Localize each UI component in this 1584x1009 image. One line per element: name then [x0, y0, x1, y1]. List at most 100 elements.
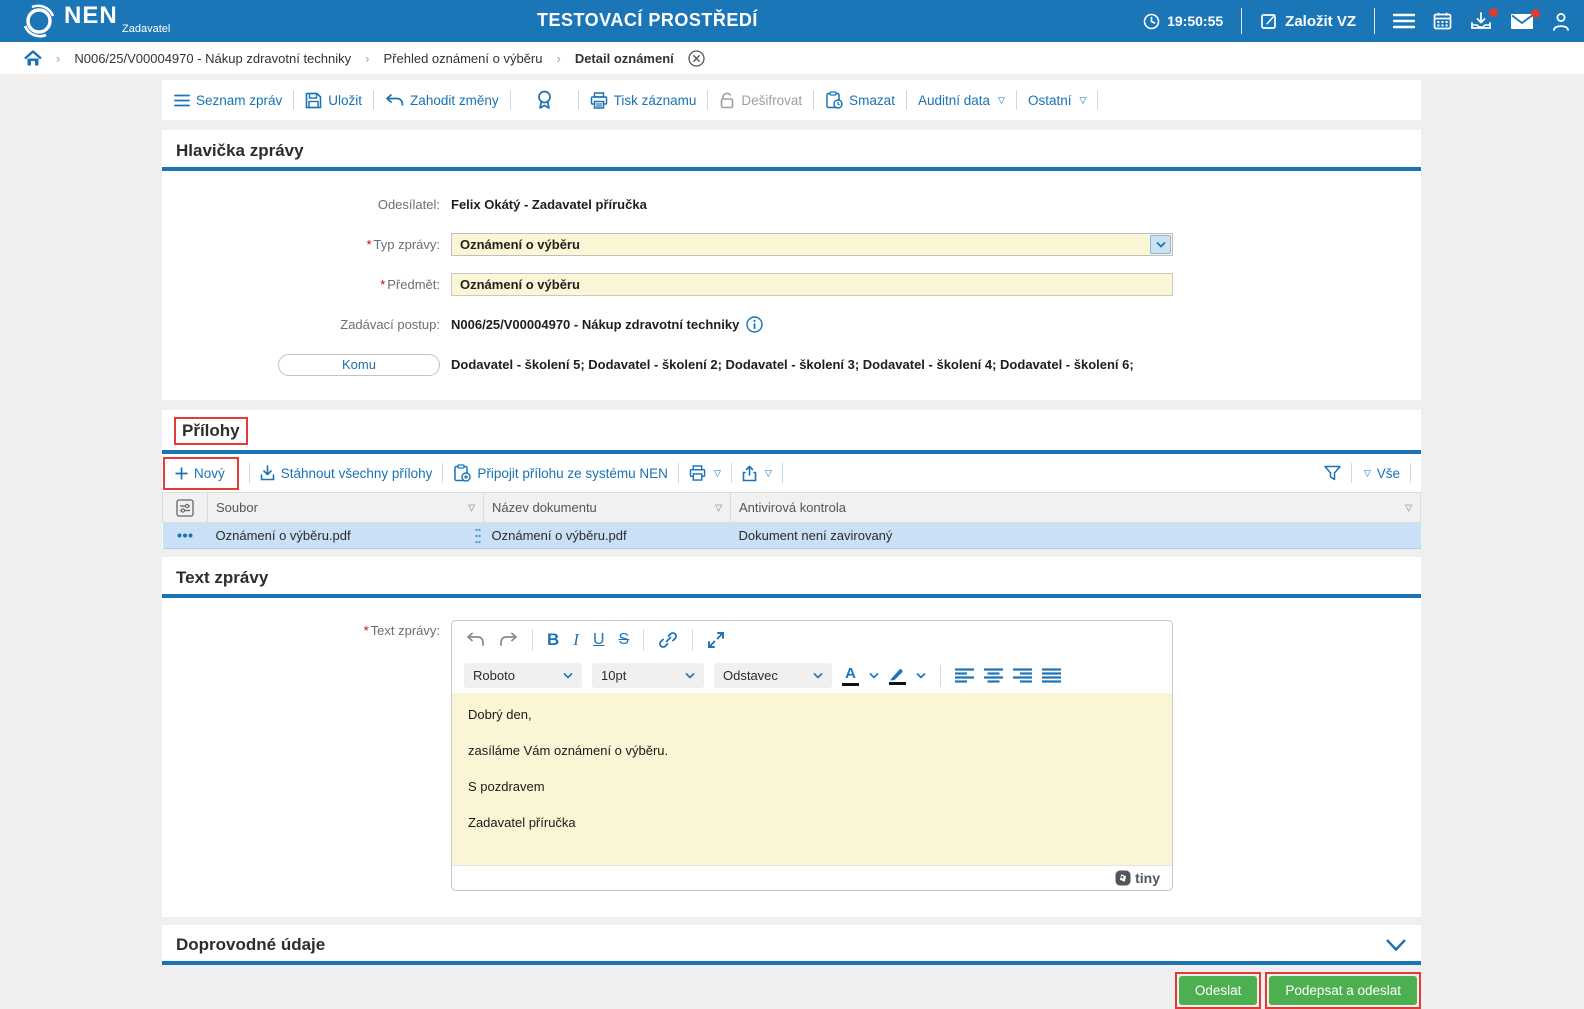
create-vz-button[interactable]: Založit VZ: [1260, 12, 1356, 30]
column-filter-icon[interactable]: ▽: [1405, 502, 1412, 513]
delete-button[interactable]: Smazat: [825, 91, 895, 109]
send-button[interactable]: Odeslat: [1179, 976, 1258, 1005]
info-icon[interactable]: [746, 316, 763, 333]
row-actions-cell[interactable]: [163, 523, 208, 549]
decrypt-button: Dešifrovat: [719, 92, 802, 109]
award-button[interactable]: [522, 90, 567, 110]
toolbar-separator: [510, 90, 511, 110]
breadcrumb-item-overview[interactable]: Přehled oznámení o výběru: [383, 51, 542, 66]
message-paragraph: zasíláme Vám oznámení o výběru.: [468, 743, 1156, 758]
highlight-color-swatch: [889, 682, 906, 685]
expand-chevron-icon[interactable]: [1385, 938, 1407, 952]
cell-soubor[interactable]: Oznámení o výběru.pdf: [208, 523, 484, 549]
print-attachments-button[interactable]: ▽: [689, 465, 721, 481]
column-header-nazev[interactable]: Název dokumentu▽: [484, 493, 731, 523]
block-format-select[interactable]: Odstavec: [714, 663, 832, 688]
column-header-antivir[interactable]: Antivirová kontrola▽: [731, 493, 1421, 523]
drag-handle-icon[interactable]: [475, 528, 481, 544]
message-list-button[interactable]: Seznam zpráv: [174, 93, 282, 108]
align-left-button[interactable]: [955, 668, 974, 683]
editor-statusbar: tiny: [452, 865, 1172, 890]
toolbar-separator: [1016, 90, 1017, 110]
home-icon[interactable]: [24, 50, 42, 67]
fullscreen-button[interactable]: [707, 631, 725, 649]
export-attachments-button[interactable]: ▽: [742, 465, 772, 482]
komu-button[interactable]: Komu: [278, 354, 440, 376]
other-menu[interactable]: Ostatní▽: [1028, 93, 1086, 108]
editor-separator: [940, 665, 941, 687]
table-row[interactable]: Oznámení o výběru.pdf Oznámení o výběru.…: [163, 523, 1421, 549]
messages-button[interactable]: [1510, 13, 1534, 30]
editor-toolbar-row1: B I U S: [452, 621, 1172, 658]
download-all-attachments-button[interactable]: Stáhnout všechny přílohy: [260, 465, 433, 481]
filter-funnel-icon[interactable]: [1324, 465, 1341, 481]
column-filter-icon[interactable]: ▽: [715, 502, 722, 513]
typ-zpravy-select[interactable]: Oznámení o výběru: [451, 233, 1173, 256]
toolbar-separator: [678, 463, 679, 483]
printer-icon: [590, 92, 608, 109]
save-button[interactable]: Uložit: [305, 92, 362, 109]
dropdown-triangle-icon: ▽: [998, 95, 1005, 106]
font-family-select[interactable]: Roboto: [464, 663, 582, 688]
profile-button[interactable]: [1552, 12, 1570, 31]
attach-from-nen-button[interactable]: Připojit přílohu ze systému NEN: [453, 464, 668, 482]
clipboard-attach-icon: [453, 464, 471, 482]
show-all-filter[interactable]: ▽ Vše: [1362, 466, 1400, 481]
discard-changes-button[interactable]: Zahodit změny: [385, 93, 499, 108]
redo-button[interactable]: [499, 632, 518, 647]
column-settings-icon: [176, 499, 194, 517]
message-paragraph: Zadavatel příručka: [468, 815, 1156, 830]
calendar-button[interactable]: [1433, 12, 1452, 30]
highlighter-icon: [889, 667, 906, 681]
editor-separator: [532, 629, 533, 651]
select-dropdown-button[interactable]: [1150, 235, 1171, 254]
column-filter-icon[interactable]: ▽: [468, 502, 475, 513]
underline-button[interactable]: U: [593, 631, 605, 649]
text-color-button[interactable]: A: [842, 665, 859, 686]
field-zadavaci-postup: Zadávací postup: N006/25/V00004970 - Nák…: [162, 313, 1421, 336]
cell-antivir[interactable]: Dokument není zavirovaný: [731, 523, 1421, 549]
inbox-button[interactable]: [1470, 12, 1492, 31]
sign-and-send-button[interactable]: Podepsat a odeslat: [1269, 976, 1417, 1005]
align-right-button[interactable]: [1013, 668, 1032, 683]
toolbar-separator: [249, 463, 250, 483]
text-color-menu-chevron-icon[interactable]: [869, 672, 879, 679]
print-record-button[interactable]: Tisk záznamu: [590, 92, 697, 109]
italic-button[interactable]: I: [573, 630, 579, 650]
rich-text-editor[interactable]: B I U S Roboto: [451, 620, 1173, 891]
required-asterisk: *: [380, 277, 385, 292]
predmet-label: Předmět:: [387, 277, 440, 292]
dropdown-triangle-icon: ▽: [1079, 95, 1086, 106]
link-button[interactable]: [658, 630, 678, 650]
new-attachment-button[interactable]: Nový: [163, 457, 239, 490]
close-tab-icon[interactable]: [688, 50, 705, 67]
tiny-logo[interactable]: tiny: [1115, 870, 1160, 886]
link-icon: [658, 630, 678, 650]
download-icon: [260, 465, 275, 481]
align-justify-button[interactable]: [1042, 668, 1061, 683]
create-vz-label: Založit VZ: [1285, 13, 1356, 30]
toolbar-separator: [578, 90, 579, 110]
editor-content-area[interactable]: Dobrý den, zasíláme Vám oznámení o výběr…: [452, 693, 1172, 865]
main-menu-button[interactable]: [1393, 13, 1415, 29]
breadcrumb-item-procedure[interactable]: N006/25/V00004970 - Nákup zdravotní tech…: [74, 51, 351, 66]
column-settings-header[interactable]: [163, 493, 208, 523]
strikethrough-button[interactable]: S: [619, 631, 630, 649]
highlight-color-button[interactable]: [889, 667, 906, 685]
cell-nazev[interactable]: Oznámení o výběru.pdf: [484, 523, 731, 549]
highlight-menu-chevron-icon[interactable]: [916, 672, 926, 679]
editor-separator: [643, 629, 644, 651]
column-header-soubor[interactable]: Soubor▽: [208, 493, 484, 523]
toolbar-separator: [782, 463, 783, 483]
nen-logo[interactable]: NEN Zadavatel: [22, 4, 170, 38]
editor-toolbar-row2: Roboto 10pt Odstavec A: [452, 658, 1172, 693]
predmet-input[interactable]: [451, 273, 1173, 296]
undo-button[interactable]: [466, 632, 485, 647]
attachments-table-header: Soubor▽ Název dokumentu▽ Antivirová kont…: [163, 493, 1421, 523]
align-center-button[interactable]: [984, 668, 1003, 683]
breadcrumb: › N006/25/V00004970 - Nákup zdravotní te…: [0, 42, 1584, 74]
audit-data-menu[interactable]: Auditní data▽: [918, 93, 1005, 108]
bold-button[interactable]: B: [547, 630, 559, 650]
clock-icon: [1143, 13, 1160, 30]
font-size-select[interactable]: 10pt: [592, 663, 704, 688]
